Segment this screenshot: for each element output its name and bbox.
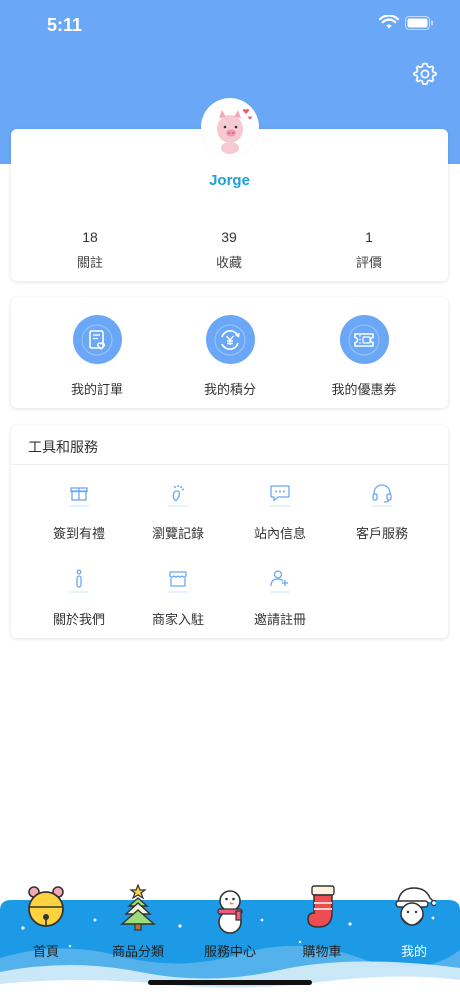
- points-icon: [205, 315, 255, 364]
- add-user-icon: [270, 570, 290, 593]
- status-bar: 5:11: [0, 0, 460, 50]
- tool-item-label: 站內信息: [253, 526, 306, 541]
- avatar[interactable]: [201, 98, 259, 156]
- tab-service-center-label: 服務中心: [203, 944, 256, 959]
- message-icon: [270, 485, 290, 507]
- quick-actions-card: 我的訂單 我的積分 我的優惠券: [11, 297, 448, 408]
- battery-icon: [405, 15, 433, 30]
- santa-icon: [395, 887, 436, 926]
- stat-favorites-value: 39: [221, 229, 237, 245]
- my-points-button[interactable]: 我的積分: [175, 315, 285, 398]
- divider: [11, 464, 448, 465]
- snowman-icon: [217, 890, 243, 934]
- tool-item-label: 邀請註冊: [253, 612, 306, 627]
- stat-following-label: 關註: [76, 255, 103, 270]
- username[interactable]: Jorge: [11, 172, 448, 189]
- tool-item-merchant-join[interactable]: 商家入駐: [133, 567, 223, 628]
- tool-item-label: 客戶服務: [355, 526, 408, 541]
- tool-item-about-us[interactable]: 關於我們: [34, 567, 124, 628]
- tool-item-invite-register[interactable]: 邀請註冊: [235, 567, 325, 628]
- tool-item-label: 瀏覽記錄: [151, 526, 204, 541]
- my-points-label: 我的積分: [203, 382, 256, 397]
- bell-icon: [28, 886, 64, 927]
- status-icons: [379, 15, 434, 30]
- my-orders-label: 我的訂單: [70, 382, 123, 397]
- tool-item-browse-history[interactable]: 瀏覽記錄: [133, 481, 223, 542]
- tab-my-label: 我的: [400, 944, 427, 959]
- info-icon: [69, 569, 89, 593]
- tools-services-card: 工具和服務 簽到有禮 瀏覽記錄 站內信息 客戶服務 關於我們 商家入駐 邀請註冊: [11, 425, 448, 638]
- tool-item-label: 關於我們: [52, 612, 105, 627]
- status-time: 5:11: [47, 15, 83, 35]
- wifi-icon: [379, 15, 399, 29]
- tool-item-messages[interactable]: 站內信息: [235, 481, 325, 542]
- tool-item-checkin-gift[interactable]: 簽到有禮: [34, 481, 124, 542]
- my-coupons-button[interactable]: 我的優惠券: [309, 315, 419, 398]
- store-icon: [168, 571, 188, 593]
- tool-item-customer-service[interactable]: 客戶服務: [337, 481, 427, 542]
- stat-favorites-label: 收藏: [215, 255, 242, 270]
- tool-item-label: 商家入駐: [151, 612, 204, 627]
- coupon-icon: [339, 315, 389, 364]
- stat-reviews-value: 1: [365, 229, 373, 245]
- tab-home-label: 首頁: [32, 944, 59, 959]
- settings-gear-icon[interactable]: [412, 61, 438, 87]
- my-coupons-label: 我的優惠券: [331, 382, 397, 397]
- gift-icon: [69, 487, 89, 507]
- tab-cart-label: 購物車: [302, 944, 342, 959]
- headset-icon: [372, 484, 392, 507]
- tab-categories-label: 商品分類: [111, 944, 164, 959]
- my-orders-button[interactable]: 我的訂單: [42, 315, 152, 398]
- pig-avatar-icon: [217, 109, 252, 154]
- tree-icon: [120, 884, 156, 931]
- stocking-icon: [307, 885, 335, 928]
- stat-reviews[interactable]: 1 評價: [309, 229, 429, 271]
- stat-favorites[interactable]: 39 收藏: [169, 229, 289, 271]
- stat-reviews-label: 評價: [355, 255, 382, 270]
- order-icon: [72, 315, 122, 364]
- tab-bar: 首頁 商品分類 服務中心 購物車 我的: [0, 880, 460, 996]
- tool-item-label: 簽到有禮: [52, 526, 105, 541]
- tools-services-title: 工具和服務: [28, 439, 98, 455]
- stat-following-value: 18: [82, 229, 98, 245]
- home-indicator: [148, 980, 312, 985]
- footprint-icon: [168, 485, 188, 507]
- stat-following[interactable]: 18 關註: [30, 229, 150, 271]
